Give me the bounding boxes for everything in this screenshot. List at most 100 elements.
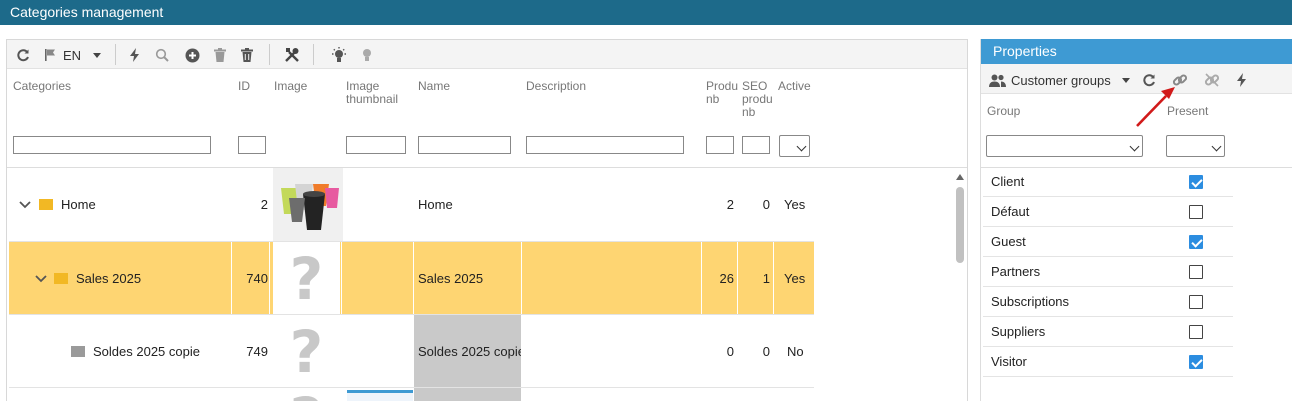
products-nb-cell: 0 — [726, 344, 734, 359]
name-cell: Soldes 2025 copie — [414, 315, 521, 388]
category-label: Soldes 2025 copie — [93, 344, 200, 359]
category-image — [273, 168, 343, 241]
language-dropdown-icon[interactable] — [91, 45, 103, 65]
col-header-products-nb[interactable]: Produ nb — [706, 80, 738, 106]
properties-title: Properties — [981, 39, 1292, 64]
properties-toolbar: Customer groups — [981, 64, 1292, 94]
expand-chevron-icon[interactable] — [19, 168, 31, 241]
group-label: Guest — [991, 234, 1026, 249]
group-row-partners[interactable]: Partners — [983, 257, 1233, 287]
thumbnail-image — [347, 390, 413, 401]
products-nb-cell: 2 — [726, 197, 734, 212]
folder-icon — [39, 199, 53, 210]
group-row-suppliers[interactable]: Suppliers — [983, 317, 1233, 347]
question-mark-icon: ? — [289, 244, 324, 313]
group-label: Visitor — [991, 354, 1027, 369]
lightning-icon[interactable] — [127, 45, 143, 65]
present-checkbox[interactable] — [1189, 295, 1203, 309]
unlink-icon[interactable] — [1203, 70, 1221, 90]
group-label: Suppliers — [991, 324, 1046, 339]
present-checkbox[interactable] — [1189, 235, 1203, 249]
filter-products-nb-input[interactable] — [706, 136, 734, 154]
question-mark-icon: ? — [289, 317, 324, 386]
bulb-on-icon[interactable] — [329, 45, 349, 65]
filter-name-input[interactable] — [418, 136, 511, 154]
flag-icon[interactable] — [41, 45, 61, 65]
col-header-image[interactable]: Image — [274, 80, 307, 93]
grid-toolbar: EN — [7, 40, 967, 69]
group-row-visitor[interactable]: Visitor — [983, 347, 1233, 377]
lightning-icon[interactable] — [1235, 70, 1249, 90]
col-header-present[interactable]: Present — [1167, 105, 1208, 118]
bulb-off-icon[interactable] — [359, 45, 375, 65]
filter-group-select[interactable] — [986, 135, 1143, 157]
trash-light-icon[interactable] — [212, 45, 228, 65]
products-nb-cell: 26 — [719, 271, 734, 286]
customer-groups-selector[interactable]: Customer groups — [1011, 70, 1111, 90]
filter-image-thumbnail-input[interactable] — [346, 136, 406, 154]
group-row-guest[interactable]: Guest — [983, 227, 1233, 257]
id-cell: 2 — [260, 197, 268, 212]
window-title: Categories management — [0, 0, 1292, 25]
table-row[interactable]: Home 2 Home 2 0 Yes — [9, 168, 814, 241]
active-cell: Yes — [784, 197, 806, 212]
col-header-description[interactable]: Description — [526, 80, 586, 93]
question-mark-icon: ? — [290, 390, 324, 401]
filter-present-select[interactable] — [1166, 135, 1225, 157]
table-row[interactable]: Soldes 2025 copie 749 ? Soldes 2025 copi… — [9, 315, 814, 388]
present-checkbox[interactable] — [1189, 175, 1203, 189]
present-checkbox[interactable] — [1189, 325, 1203, 339]
add-icon[interactable] — [184, 45, 200, 65]
categories-panel: EN Categories ID Image Image thumbnail N… — [6, 39, 968, 401]
col-header-categories[interactable]: Categories — [13, 80, 71, 93]
col-header-active[interactable]: Active — [778, 80, 811, 93]
category-label: Sales 2025 — [76, 271, 142, 286]
active-cell: No — [787, 344, 804, 359]
image-placeholder: ? — [273, 242, 340, 315]
filter-categories-input[interactable] — [13, 136, 211, 154]
col-header-image-thumbnail[interactable]: Image thumbnail — [346, 80, 406, 106]
col-header-id[interactable]: ID — [238, 80, 250, 93]
name-cell: Sales 2025 — [418, 271, 484, 286]
seo-products-nb-cell: 1 — [762, 271, 770, 286]
present-checkbox[interactable] — [1189, 265, 1203, 279]
filter-description-input[interactable] — [526, 136, 684, 154]
filter-active-select[interactable] — [779, 135, 810, 157]
active-cell: Yes — [784, 271, 806, 286]
scrollbar-thumb[interactable] — [956, 187, 964, 263]
link-icon[interactable] — [1171, 70, 1189, 90]
col-header-seo-products-nb[interactable]: SEO produ nb — [742, 80, 774, 119]
refresh-icon[interactable] — [15, 45, 31, 65]
selector-dropdown-icon[interactable] — [1121, 70, 1131, 90]
trash-icon[interactable] — [239, 45, 255, 65]
filter-seo-products-nb-input[interactable] — [742, 136, 770, 154]
col-header-group[interactable]: Group — [987, 105, 1020, 118]
group-row-client[interactable]: Client — [983, 167, 1233, 197]
group-label: Partners — [991, 264, 1041, 279]
filter-id-input[interactable] — [238, 136, 266, 154]
group-label: Client — [991, 174, 1025, 189]
vertical-scrollbar[interactable] — [953, 171, 967, 401]
tools-icon[interactable] — [282, 45, 302, 65]
refresh-icon[interactable] — [1141, 70, 1157, 90]
group-label: Défaut — [991, 204, 1030, 219]
image-placeholder: ? — [273, 388, 340, 401]
seo-products-nb-cell: 0 — [762, 197, 770, 212]
folder-icon — [54, 273, 68, 284]
present-checkbox[interactable] — [1189, 355, 1203, 369]
language-selector[interactable]: EN — [62, 45, 82, 65]
table-row[interactable]: ? — [9, 388, 814, 401]
group-row-subscriptions[interactable]: Subscriptions — [983, 287, 1233, 317]
expand-chevron-icon[interactable] — [35, 242, 47, 315]
id-cell: 740 — [246, 271, 268, 286]
group-row-defaut[interactable]: Défaut — [983, 197, 1233, 227]
image-placeholder: ? — [273, 315, 340, 388]
table-row-selected[interactable]: Sales 2025 740 ? Sales 2025 26 1 Yes — [9, 242, 814, 315]
name-cell: Home — [418, 197, 453, 212]
present-checkbox[interactable] — [1189, 205, 1203, 219]
col-header-name[interactable]: Name — [418, 80, 450, 93]
seo-products-nb-cell: 0 — [762, 344, 770, 359]
search-icon[interactable] — [154, 45, 170, 65]
id-cell: 749 — [246, 344, 268, 359]
name-cell — [414, 388, 521, 401]
